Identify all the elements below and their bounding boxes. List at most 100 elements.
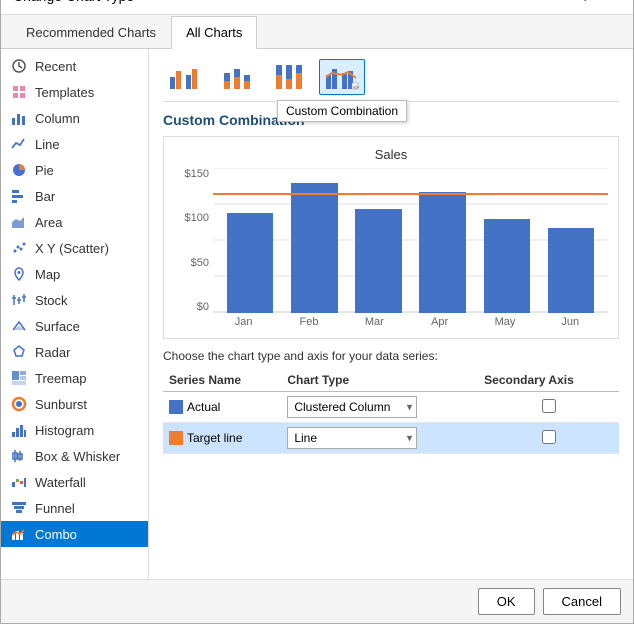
bar-group-apr [414, 168, 472, 313]
series-name-1: Target line [187, 431, 242, 445]
bar-jun [548, 228, 595, 313]
x-axis-labels: JanFebMarAprMayJun [174, 316, 608, 328]
map-icon [11, 266, 27, 282]
bar-feb [291, 183, 338, 313]
x-label-apr: Apr [410, 316, 469, 328]
sidebar-item-waterfall[interactable]: Waterfall [1, 469, 148, 495]
chart-preview: Sales $150 $100 $50 $0 [163, 136, 619, 339]
col-header-secondary: Secondary Axis [478, 369, 619, 392]
series-secondary-checkbox-1[interactable] [542, 430, 556, 444]
title-bar-controls: ? ✕ [577, 0, 621, 6]
sidebar-item-scatter[interactable]: X Y (Scatter) [1, 235, 148, 261]
x-label-feb: Feb [279, 316, 338, 328]
sidebar-item-surface[interactable]: Surface [1, 313, 148, 339]
sidebar-item-sunburst[interactable]: Sunburst [1, 391, 148, 417]
close-button[interactable]: ✕ [601, 0, 621, 6]
y-axis: $150 $100 $50 $0 [174, 168, 209, 313]
bar-group-jan [221, 168, 279, 313]
series-color-1 [169, 431, 183, 445]
sidebar-label-boxwhisker: Box & Whisker [35, 449, 120, 464]
tabs-bar: Recommended Charts All Charts [1, 15, 633, 49]
sidebar-label-line: Line [35, 137, 60, 152]
funnel-icon [11, 500, 27, 516]
bar-jan [227, 213, 274, 313]
sidebar-label-radar: Radar [35, 345, 70, 360]
y-label-150: $150 [174, 168, 209, 180]
waterfall-icon [11, 474, 27, 490]
chart-icon-100-stacked-col[interactable] [267, 59, 313, 95]
ok-button[interactable]: OK [478, 588, 535, 615]
series-row-0: ActualClustered ColumnLineAreaStacked Co… [163, 392, 619, 423]
sidebar-item-area[interactable]: Area [1, 209, 148, 235]
sidebar-item-column[interactable]: Column [1, 105, 148, 131]
help-button[interactable]: ? [577, 0, 593, 6]
sidebar-label-map: Map [35, 267, 60, 282]
x-label-may: May [475, 316, 534, 328]
sunburst-icon [11, 396, 27, 412]
sidebar-item-bar[interactable]: Bar [1, 183, 148, 209]
sidebar-label-bar: Bar [35, 189, 55, 204]
dialog-tabs-and-body: Recommended Charts All Charts Recent [1, 15, 633, 579]
sidebar-item-funnel[interactable]: Funnel [1, 495, 148, 521]
change-chart-type-dialog: Change Chart Type ? ✕ Recommended Charts… [0, 0, 634, 624]
y-label-0: $0 [174, 301, 209, 313]
sidebar-label-templates: Templates [35, 85, 94, 100]
sidebar-label-scatter: X Y (Scatter) [35, 241, 109, 256]
cancel-button[interactable]: Cancel [543, 588, 621, 615]
sidebar-item-radar[interactable]: Radar [1, 339, 148, 365]
sidebar-label-recent: Recent [35, 59, 76, 74]
sidebar-label-sunburst: Sunburst [35, 397, 87, 412]
series-table: Series Name Chart Type Secondary Axis Ac… [163, 369, 619, 454]
sidebar-item-treemap[interactable]: Treemap [1, 365, 148, 391]
tab-recommended[interactable]: Recommended Charts [11, 16, 171, 49]
bar-group-jun [542, 168, 600, 313]
templates-icon [11, 84, 27, 100]
series-color-0 [169, 400, 183, 414]
bar-mar [355, 209, 402, 313]
series-row-1: Target line Clustered ColumnLineAreaStack… [163, 423, 619, 454]
y-label-100: $100 [174, 212, 209, 224]
sidebar-label-column: Column [35, 111, 80, 126]
chart-icon-clustered-col[interactable] [163, 59, 209, 95]
chart-type-icon-bar: ✏ Custom Combination [149, 49, 633, 101]
sidebar-item-recent[interactable]: Recent [1, 53, 148, 79]
sidebar-item-stock[interactable]: Stock [1, 287, 148, 313]
sidebar-label-pie: Pie [35, 163, 54, 178]
content-area: Custom Combination Sales $150 $100 $50 $… [149, 102, 633, 579]
treemap-icon [11, 370, 27, 386]
sidebar-label-funnel: Funnel [35, 501, 75, 516]
sidebar-item-combo[interactable]: Combo [1, 521, 148, 547]
sidebar-item-histogram[interactable]: Histogram [1, 417, 148, 443]
bar-may [484, 219, 531, 313]
bar-icon [11, 188, 27, 204]
combo-icon [11, 526, 27, 542]
chart-title: Sales [174, 147, 608, 162]
sidebar-item-boxwhisker[interactable]: Box & Whisker [1, 443, 148, 469]
sidebar: Recent Templates Column [1, 49, 149, 579]
x-label-jun: Jun [541, 316, 600, 328]
series-charttype-select-1[interactable]: Clustered ColumnLineAreaStacked Column [287, 427, 417, 449]
bar-group-feb [285, 168, 343, 313]
tab-all-charts[interactable]: All Charts [171, 16, 257, 49]
recent-icon [11, 58, 27, 74]
sidebar-label-stock: Stock [35, 293, 68, 308]
sidebar-item-templates[interactable]: Templates [1, 79, 148, 105]
x-label-jan: Jan [214, 316, 273, 328]
bar-apr [419, 192, 466, 313]
sidebar-label-histogram: Histogram [35, 423, 94, 438]
sidebar-item-pie[interactable]: Pie [1, 157, 148, 183]
series-secondary-checkbox-0[interactable] [542, 399, 556, 413]
chart-icon-stacked-col[interactable] [215, 59, 261, 95]
sidebar-label-waterfall: Waterfall [35, 475, 86, 490]
series-label: Choose the chart type and axis for your … [163, 349, 619, 363]
sidebar-item-map[interactable]: Map [1, 261, 148, 287]
area-icon [11, 214, 27, 230]
y-label-50: $50 [174, 257, 209, 269]
sidebar-label-treemap: Treemap [35, 371, 87, 386]
chart-icon-custom-combo[interactable]: ✏ Custom Combination [319, 59, 365, 95]
dialog-footer: OK Cancel [1, 579, 633, 623]
line-icon [11, 136, 27, 152]
dialog-body: Recent Templates Column [1, 49, 633, 579]
series-charttype-select-0[interactable]: Clustered ColumnLineAreaStacked Column [287, 396, 417, 418]
sidebar-item-line[interactable]: Line [1, 131, 148, 157]
